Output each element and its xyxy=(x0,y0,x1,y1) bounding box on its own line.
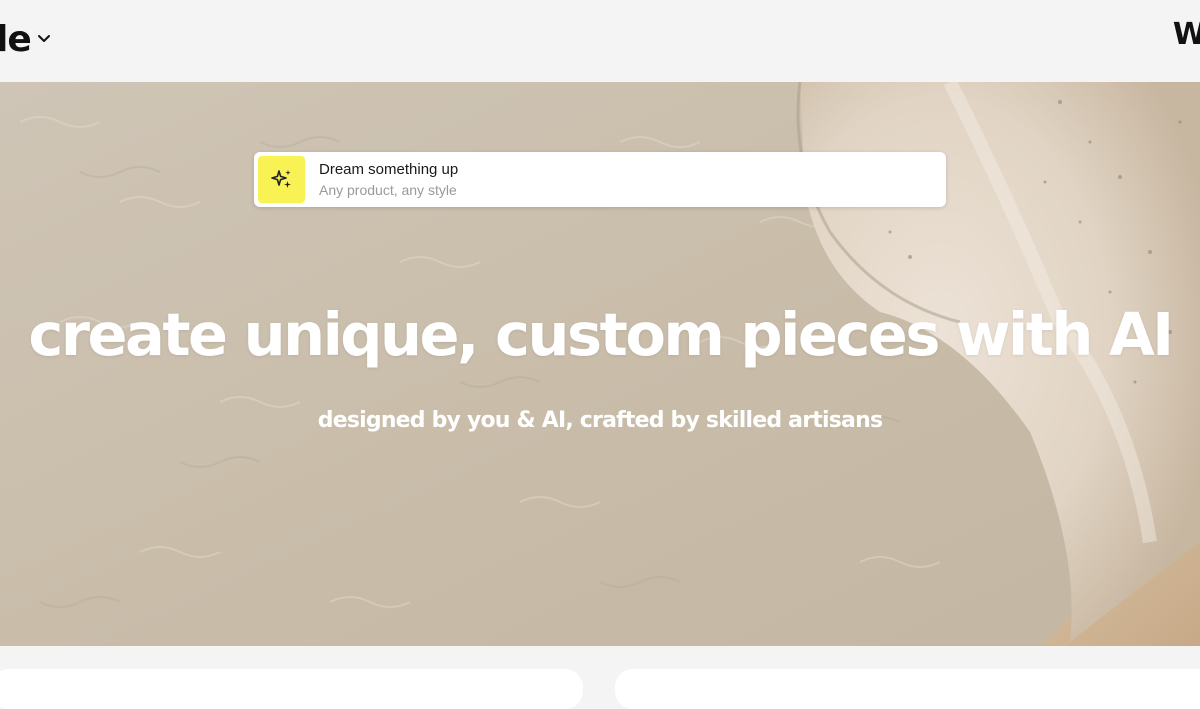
feature-card-right[interactable] xyxy=(615,669,1200,709)
prompt-placeholder[interactable]: Any product, any style xyxy=(319,181,457,199)
feature-card-left[interactable] xyxy=(0,669,583,709)
brand-logo[interactable]: le xyxy=(0,20,32,60)
prompt-icon-tile xyxy=(258,156,305,203)
dream-prompt-box[interactable]: Dream something up Any product, any styl… xyxy=(254,152,946,207)
prompt-title: Dream something up xyxy=(319,161,459,178)
sparkles-icon xyxy=(271,170,291,188)
hero-title: create unique, custom pieces with AI xyxy=(28,300,1174,369)
chevron-down-icon[interactable] xyxy=(37,34,51,44)
below-hero-area xyxy=(0,646,1200,709)
hero-section: Dream something up Any product, any styl… xyxy=(0,82,1200,646)
hero-subtitle: designed by you & AI, crafted by skilled… xyxy=(317,408,883,433)
right-edge-text[interactable]: W xyxy=(1173,20,1200,50)
top-navigation-bar: le W xyxy=(0,0,1200,82)
